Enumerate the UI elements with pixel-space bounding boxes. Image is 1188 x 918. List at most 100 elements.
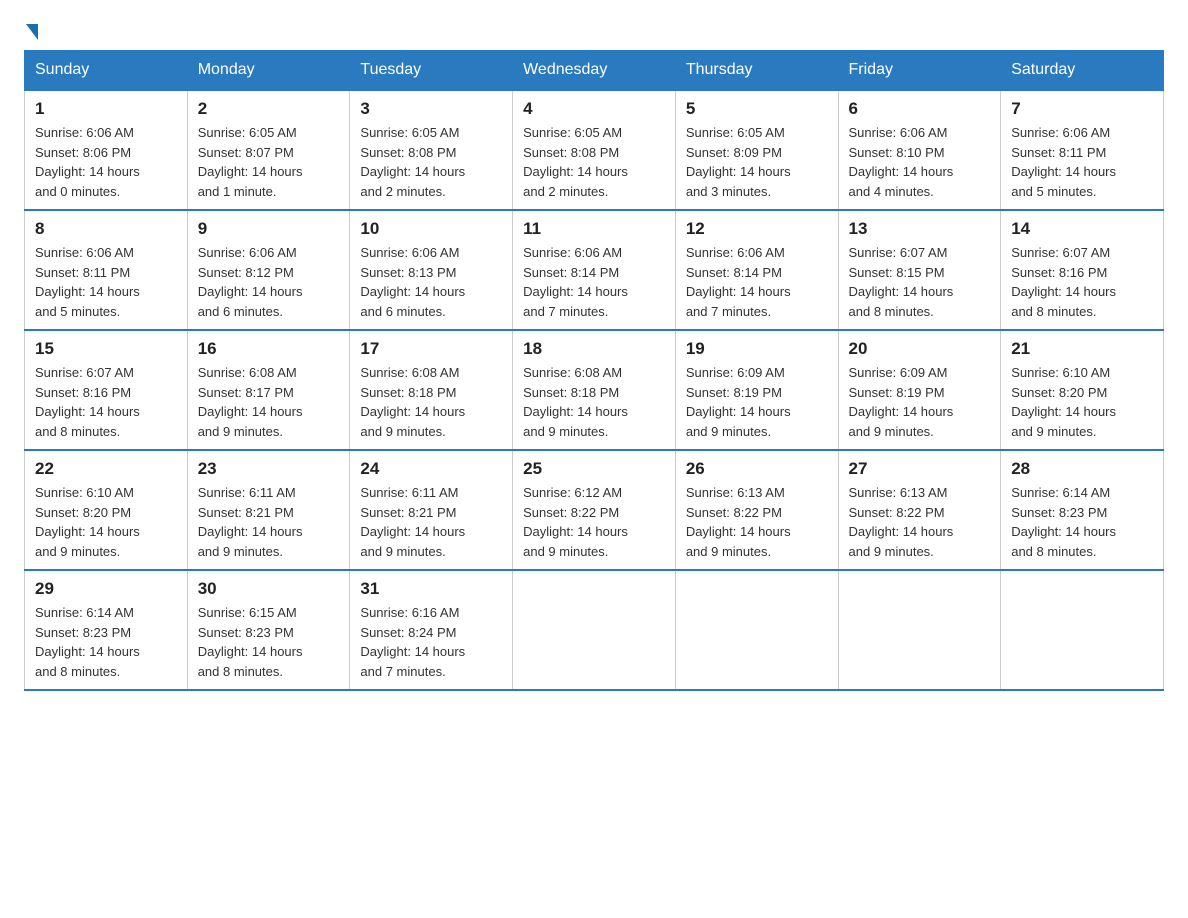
day-of-week-sunday: Sunday <box>25 51 188 91</box>
day-cell-14: 14 Sunrise: 6:07 AM Sunset: 8:16 PM Dayl… <box>1001 210 1164 330</box>
day-number: 17 <box>360 339 502 359</box>
sunrise-label: Sunrise: 6:06 AM <box>35 125 134 140</box>
day-number: 23 <box>198 459 340 479</box>
sunrise-label: Sunrise: 6:08 AM <box>360 365 459 380</box>
sunset-label: Sunset: 8:23 PM <box>1011 505 1107 520</box>
sunset-label: Sunset: 8:21 PM <box>360 505 456 520</box>
daylight-label: Daylight: 14 hours <box>198 404 303 419</box>
daylight-minutes: and 2 minutes. <box>360 184 445 199</box>
day-cell-30: 30 Sunrise: 6:15 AM Sunset: 8:23 PM Dayl… <box>187 570 350 690</box>
sunset-label: Sunset: 8:23 PM <box>35 625 131 640</box>
day-number: 27 <box>849 459 991 479</box>
sunset-label: Sunset: 8:19 PM <box>849 385 945 400</box>
sunrise-label: Sunrise: 6:06 AM <box>198 245 297 260</box>
day-of-week-tuesday: Tuesday <box>350 51 513 91</box>
day-number: 6 <box>849 99 991 119</box>
daylight-label: Daylight: 14 hours <box>686 524 791 539</box>
day-info: Sunrise: 6:06 AM Sunset: 8:14 PM Dayligh… <box>686 243 828 321</box>
day-number: 24 <box>360 459 502 479</box>
empty-cell <box>1001 570 1164 690</box>
daylight-label: Daylight: 14 hours <box>35 524 140 539</box>
day-number: 15 <box>35 339 177 359</box>
day-info: Sunrise: 6:06 AM Sunset: 8:11 PM Dayligh… <box>1011 123 1153 201</box>
day-number: 4 <box>523 99 665 119</box>
daylight-label: Daylight: 14 hours <box>35 284 140 299</box>
sunset-label: Sunset: 8:14 PM <box>686 265 782 280</box>
sunset-label: Sunset: 8:09 PM <box>686 145 782 160</box>
day-number: 22 <box>35 459 177 479</box>
day-cell-16: 16 Sunrise: 6:08 AM Sunset: 8:17 PM Dayl… <box>187 330 350 450</box>
day-cell-8: 8 Sunrise: 6:06 AM Sunset: 8:11 PM Dayli… <box>25 210 188 330</box>
day-info: Sunrise: 6:06 AM Sunset: 8:14 PM Dayligh… <box>523 243 665 321</box>
day-info: Sunrise: 6:06 AM Sunset: 8:11 PM Dayligh… <box>35 243 177 321</box>
day-cell-3: 3 Sunrise: 6:05 AM Sunset: 8:08 PM Dayli… <box>350 90 513 210</box>
sunrise-label: Sunrise: 6:06 AM <box>686 245 785 260</box>
day-cell-26: 26 Sunrise: 6:13 AM Sunset: 8:22 PM Dayl… <box>675 450 838 570</box>
calendar-table: SundayMondayTuesdayWednesdayThursdayFrid… <box>24 50 1164 691</box>
day-number: 25 <box>523 459 665 479</box>
day-cell-18: 18 Sunrise: 6:08 AM Sunset: 8:18 PM Dayl… <box>513 330 676 450</box>
days-of-week-row: SundayMondayTuesdayWednesdayThursdayFrid… <box>25 51 1164 91</box>
sunrise-label: Sunrise: 6:09 AM <box>686 365 785 380</box>
day-info: Sunrise: 6:09 AM Sunset: 8:19 PM Dayligh… <box>686 363 828 441</box>
day-of-week-friday: Friday <box>838 51 1001 91</box>
daylight-label: Daylight: 14 hours <box>360 644 465 659</box>
sunrise-label: Sunrise: 6:12 AM <box>523 485 622 500</box>
day-cell-19: 19 Sunrise: 6:09 AM Sunset: 8:19 PM Dayl… <box>675 330 838 450</box>
sunset-label: Sunset: 8:22 PM <box>849 505 945 520</box>
day-info: Sunrise: 6:15 AM Sunset: 8:23 PM Dayligh… <box>198 603 340 681</box>
daylight-minutes: and 9 minutes. <box>360 424 445 439</box>
day-cell-2: 2 Sunrise: 6:05 AM Sunset: 8:07 PM Dayli… <box>187 90 350 210</box>
day-info: Sunrise: 6:06 AM Sunset: 8:13 PM Dayligh… <box>360 243 502 321</box>
sunrise-label: Sunrise: 6:06 AM <box>1011 125 1110 140</box>
day-number: 18 <box>523 339 665 359</box>
day-info: Sunrise: 6:07 AM Sunset: 8:16 PM Dayligh… <box>35 363 177 441</box>
daylight-label: Daylight: 14 hours <box>1011 524 1116 539</box>
day-info: Sunrise: 6:08 AM Sunset: 8:17 PM Dayligh… <box>198 363 340 441</box>
day-cell-13: 13 Sunrise: 6:07 AM Sunset: 8:15 PM Dayl… <box>838 210 1001 330</box>
daylight-minutes: and 6 minutes. <box>198 304 283 319</box>
sunset-label: Sunset: 8:19 PM <box>686 385 782 400</box>
daylight-label: Daylight: 14 hours <box>35 164 140 179</box>
day-number: 26 <box>686 459 828 479</box>
day-info: Sunrise: 6:06 AM Sunset: 8:10 PM Dayligh… <box>849 123 991 201</box>
daylight-label: Daylight: 14 hours <box>523 404 628 419</box>
day-of-week-thursday: Thursday <box>675 51 838 91</box>
day-info: Sunrise: 6:07 AM Sunset: 8:15 PM Dayligh… <box>849 243 991 321</box>
daylight-label: Daylight: 14 hours <box>849 524 954 539</box>
sunset-label: Sunset: 8:13 PM <box>360 265 456 280</box>
sunset-label: Sunset: 8:22 PM <box>523 505 619 520</box>
calendar-header: SundayMondayTuesdayWednesdayThursdayFrid… <box>25 51 1164 91</box>
sunset-label: Sunset: 8:08 PM <box>360 145 456 160</box>
day-info: Sunrise: 6:05 AM Sunset: 8:07 PM Dayligh… <box>198 123 340 201</box>
day-cell-28: 28 Sunrise: 6:14 AM Sunset: 8:23 PM Dayl… <box>1001 450 1164 570</box>
daylight-minutes: and 7 minutes. <box>523 304 608 319</box>
daylight-minutes: and 9 minutes. <box>198 544 283 559</box>
daylight-minutes: and 7 minutes. <box>360 664 445 679</box>
daylight-minutes: and 1 minute. <box>198 184 277 199</box>
day-number: 21 <box>1011 339 1153 359</box>
day-cell-29: 29 Sunrise: 6:14 AM Sunset: 8:23 PM Dayl… <box>25 570 188 690</box>
week-row-2: 8 Sunrise: 6:06 AM Sunset: 8:11 PM Dayli… <box>25 210 1164 330</box>
day-info: Sunrise: 6:13 AM Sunset: 8:22 PM Dayligh… <box>849 483 991 561</box>
day-number: 31 <box>360 579 502 599</box>
sunrise-label: Sunrise: 6:05 AM <box>198 125 297 140</box>
daylight-minutes: and 9 minutes. <box>523 544 608 559</box>
daylight-label: Daylight: 14 hours <box>523 164 628 179</box>
day-info: Sunrise: 6:09 AM Sunset: 8:19 PM Dayligh… <box>849 363 991 441</box>
day-cell-11: 11 Sunrise: 6:06 AM Sunset: 8:14 PM Dayl… <box>513 210 676 330</box>
day-of-week-wednesday: Wednesday <box>513 51 676 91</box>
sunset-label: Sunset: 8:08 PM <box>523 145 619 160</box>
page-header <box>24 24 1164 40</box>
day-info: Sunrise: 6:05 AM Sunset: 8:08 PM Dayligh… <box>523 123 665 201</box>
daylight-minutes: and 9 minutes. <box>523 424 608 439</box>
sunrise-label: Sunrise: 6:06 AM <box>849 125 948 140</box>
sunset-label: Sunset: 8:20 PM <box>1011 385 1107 400</box>
daylight-minutes: and 9 minutes. <box>849 424 934 439</box>
day-number: 10 <box>360 219 502 239</box>
daylight-label: Daylight: 14 hours <box>1011 284 1116 299</box>
sunrise-label: Sunrise: 6:11 AM <box>198 485 296 500</box>
daylight-minutes: and 6 minutes. <box>360 304 445 319</box>
day-number: 13 <box>849 219 991 239</box>
daylight-label: Daylight: 14 hours <box>523 524 628 539</box>
